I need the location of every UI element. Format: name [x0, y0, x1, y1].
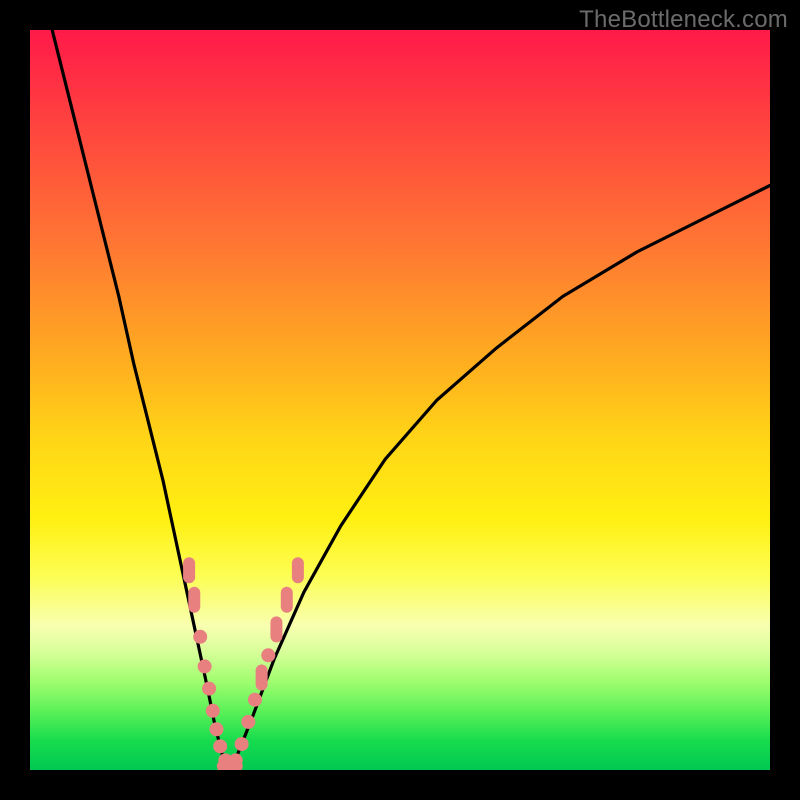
- bottleneck-curve-svg: [30, 30, 770, 770]
- data-marker: [241, 715, 255, 729]
- bottleneck-curve: [52, 30, 770, 766]
- data-marker: [281, 587, 293, 613]
- plot-area: [30, 30, 770, 770]
- data-marker: [183, 557, 195, 583]
- data-marker: [270, 616, 282, 642]
- data-marker: [209, 722, 223, 736]
- data-marker: [229, 753, 243, 767]
- data-marker: [198, 659, 212, 673]
- data-marker: [213, 739, 227, 753]
- data-marker: [188, 587, 200, 613]
- chart-frame: TheBottleneck.com: [0, 0, 800, 800]
- data-marker: [292, 557, 304, 583]
- data-marker: [256, 665, 268, 691]
- data-marker: [193, 630, 207, 644]
- data-marker: [248, 693, 262, 707]
- data-marker: [202, 682, 216, 696]
- data-marker: [261, 648, 275, 662]
- data-marker: [206, 704, 220, 718]
- data-marker: [235, 737, 249, 751]
- watermark-text: TheBottleneck.com: [579, 6, 788, 34]
